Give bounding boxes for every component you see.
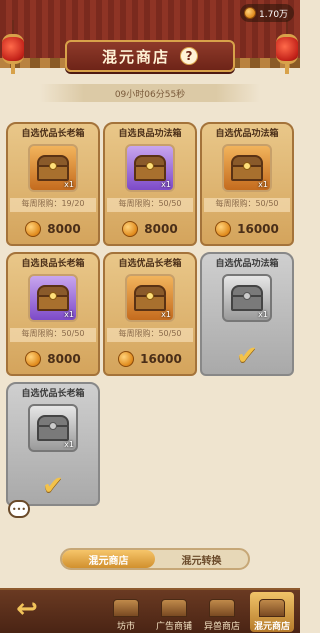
coin-icon [25,221,42,237]
item-icon-box: x1 [125,274,175,322]
chest-icon [134,155,166,181]
purchase-limit: 每周限购：50/50 [107,328,193,342]
nav-label: 坊市 [116,622,135,632]
item-quantity: x1 [258,180,268,189]
ad-shop-icon [161,599,187,617]
price-value: 8000 [47,222,81,236]
shop-item-card[interactable]: 自选良品长老箱 x1 每周限购：50/50 8000 [6,252,100,376]
price-button[interactable]: 16000 [204,218,290,240]
chest-icon [134,285,166,311]
price-value: 16000 [237,222,279,236]
nav-item-market[interactable]: 坊市 [104,592,148,632]
beast-shop-icon [209,599,235,617]
item-name: 自选优品功法箱 [215,129,279,139]
nav-item-hunyuan-shop[interactable]: 混元商店 [250,592,294,632]
chest-icon [37,155,69,181]
shop-item-card[interactable]: 自选良品功法箱 x1 每周限购：50/50 8000 [103,122,197,246]
item-icon-box: x1 [28,144,78,192]
coin-icon [118,351,135,367]
item-quantity: x1 [161,310,171,319]
market-icon [113,599,139,617]
price-button[interactable]: 16000 [107,348,193,370]
coin-icon [122,221,139,237]
item-name: 自选优品长老箱 [21,389,85,399]
item-icon-box: x1 [28,274,78,322]
item-icon-box: x1 [28,404,78,452]
price-value: 8000 [144,222,178,236]
chat-bubble-icon[interactable]: ••• [8,500,30,518]
nav-item-beast-shop[interactable]: 异兽商店 [200,592,244,632]
item-quantity: x1 [161,180,171,189]
chest-icon [231,155,263,181]
purchase-limit: 每周限购：19/20 [10,198,96,212]
price-value: 16000 [140,352,182,366]
shop-item-card[interactable]: 自选优品长老箱 x1 每周限购：19/20 8000 [6,122,100,246]
item-icon-box: x1 [222,274,272,322]
nav-label: 异兽商店 [203,622,240,632]
price-button[interactable]: 8000 [10,348,96,370]
shop-item-card[interactable]: 自选优品长老箱 x1 每周限购：50/50 16000 [103,252,197,376]
price-value: 8000 [47,352,81,366]
shop-item-card[interactable]: 自选优品功法箱 x1 每周限购：50/50 16000 [200,122,294,246]
purchase-limit: 每周限购：50/50 [10,328,96,342]
tab-hunyuan-exchange[interactable]: 混元转换 [155,550,248,568]
price-button[interactable]: 8000 [10,218,96,240]
nav-label: 广告商铺 [155,622,192,632]
shop-tab-switch: 混元商店 混元转换 [60,548,250,570]
chest-icon [231,285,263,311]
hunyuan-shop-icon [259,599,285,617]
back-arrow-icon[interactable]: ↩ [6,592,48,626]
item-name: 自选优品功法箱 [215,259,279,269]
item-quantity: x1 [64,440,74,449]
item-quantity: x1 [258,310,268,319]
item-name: 自选良品功法箱 [118,129,182,139]
coin-icon [215,221,232,237]
item-icon-box: x1 [125,144,175,192]
shop-item-card-sold-out[interactable]: 自选优品长老箱 x1 ✔ [6,382,100,506]
shop-grid: 自选优品长老箱 x1 每周限购：19/20 8000 自选良品功法箱 x1 每周… [0,0,300,633]
nav-item-ad-shop[interactable]: 广告商铺 [152,592,196,632]
coin-icon [25,351,42,367]
nav-label: 混元商店 [253,622,290,632]
chest-icon [37,415,69,441]
purchase-limit: 每周限购：50/50 [204,198,290,212]
item-name: 自选优品长老箱 [21,129,85,139]
purchase-limit: 每周限购：50/50 [107,198,193,212]
item-name: 自选优品长老箱 [118,259,182,269]
item-quantity: x1 [64,180,74,189]
item-icon-box: x1 [222,144,272,192]
price-button[interactable]: 8000 [107,218,193,240]
checkmark-icon: ✔ [236,341,258,371]
item-quantity: x1 [64,310,74,319]
chest-icon [37,285,69,311]
tab-hunyuan-shop[interactable]: 混元商店 [62,550,155,568]
checkmark-icon: ✔ [42,471,64,501]
shop-item-card-sold-out[interactable]: 自选优品功法箱 x1 ✔ [200,252,294,376]
item-name: 自选良品长老箱 [21,259,85,269]
